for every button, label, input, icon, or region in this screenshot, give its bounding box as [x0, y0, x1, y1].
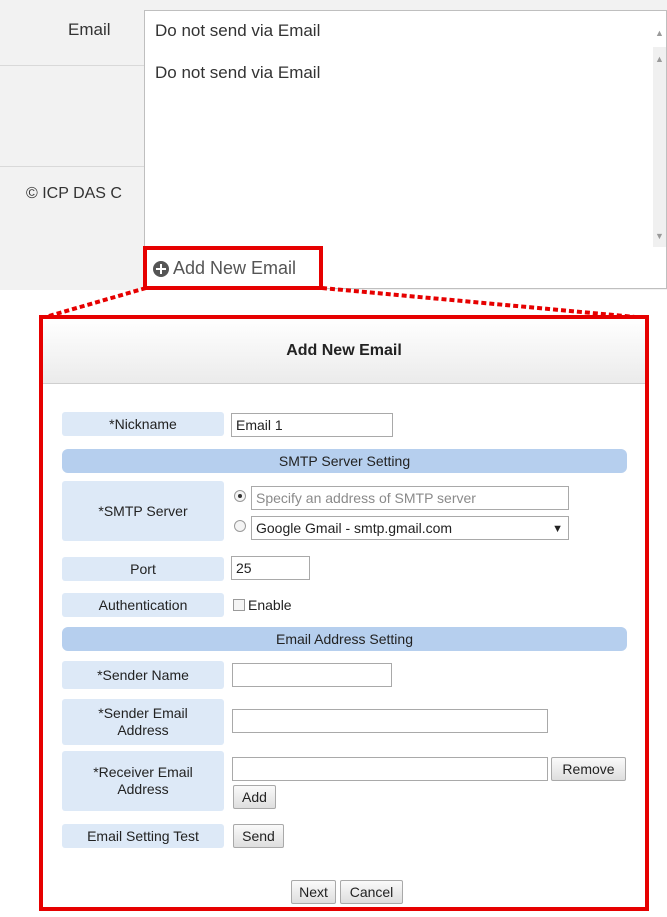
smtp-preset-select[interactable]: Google Gmail - smtp.gmail.com ▼: [251, 516, 569, 540]
scroll-down-icon[interactable]: ▼: [655, 232, 664, 241]
add-new-email-link[interactable]: Add New Email: [153, 258, 296, 279]
dropdown-option[interactable]: Do not send via Email: [155, 63, 320, 83]
smtp-section-header: SMTP Server Setting: [62, 449, 627, 473]
row-divider: [0, 166, 145, 167]
authentication-enable-label[interactable]: Enable: [248, 597, 292, 613]
copyright-text: © ICP DAS C: [26, 185, 122, 202]
smtp-address-input[interactable]: Specify an address of SMTP server: [251, 486, 569, 510]
next-button[interactable]: Next: [291, 880, 336, 904]
sender-name-input[interactable]: [232, 663, 392, 687]
email-section-header: Email Address Setting: [62, 627, 627, 651]
sender-email-label: *Sender Email Address: [62, 699, 224, 745]
smtp-custom-radio[interactable]: [234, 490, 246, 502]
nickname-label: *Nickname: [62, 412, 224, 436]
email-select-value[interactable]: Do not send via Email: [155, 21, 320, 41]
email-field-label: Email: [68, 20, 111, 39]
add-receiver-button[interactable]: Add: [233, 785, 276, 809]
send-test-button[interactable]: Send: [233, 824, 284, 848]
dropdown-scrollbar[interactable]: [653, 47, 666, 247]
receiver-email-label: *Receiver Email Address: [62, 751, 224, 811]
sender-email-input[interactable]: [232, 709, 548, 733]
nickname-input[interactable]: Email 1: [231, 413, 393, 437]
port-input[interactable]: 25: [231, 556, 310, 580]
sender-name-label: *Sender Name: [62, 661, 224, 689]
authentication-checkbox[interactable]: [233, 599, 245, 611]
port-label: Port: [62, 557, 224, 581]
smtp-preset-radio[interactable]: [234, 520, 246, 532]
smtp-preset-value: Google Gmail - smtp.gmail.com: [256, 520, 453, 536]
dialog-title: Add New Email: [43, 319, 645, 384]
add-new-email-dialog: Add New Email *Nickname Email 1 SMTP Ser…: [39, 315, 649, 911]
email-test-label: Email Setting Test: [62, 824, 224, 848]
row-divider: [0, 65, 145, 66]
smtp-server-label: *SMTP Server: [62, 481, 224, 541]
plus-circle-icon: [153, 260, 169, 277]
scroll-up-icon[interactable]: ▲: [655, 55, 664, 64]
authentication-label: Authentication: [62, 593, 224, 617]
chevron-down-icon: ▼: [552, 523, 563, 535]
cancel-button[interactable]: Cancel: [340, 880, 403, 904]
receiver-email-input[interactable]: [232, 757, 548, 781]
add-new-email-label: Add New Email: [173, 258, 297, 278]
remove-receiver-button[interactable]: Remove: [551, 757, 626, 781]
chevron-up-icon[interactable]: ▲: [655, 29, 664, 38]
